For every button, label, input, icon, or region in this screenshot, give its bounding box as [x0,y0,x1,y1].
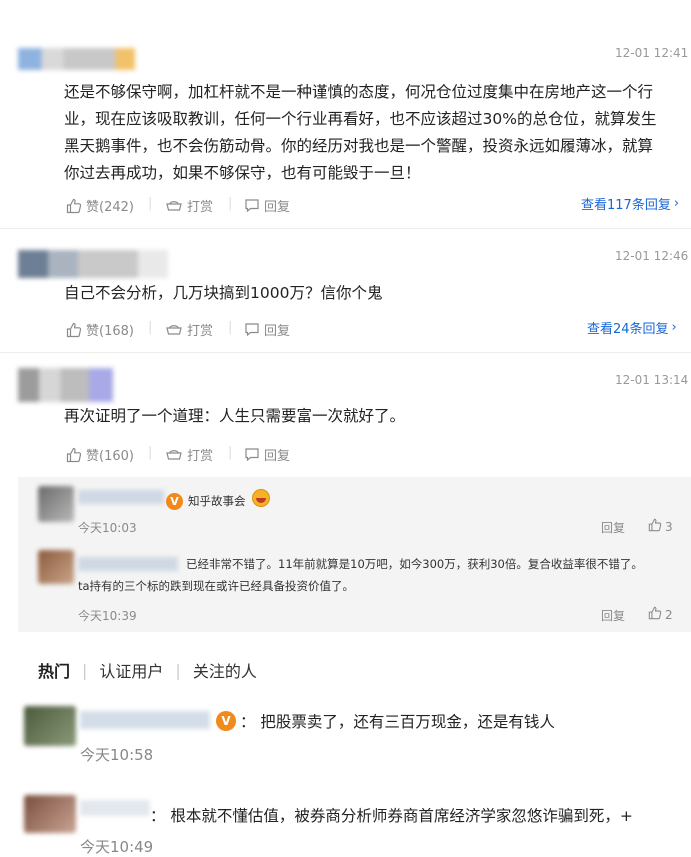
separator: | [228,320,233,335]
like-count: 2 [665,607,673,622]
reply-label: 回复 [264,200,291,215]
username-blur [78,490,164,504]
tip-icon [165,199,183,213]
like-count: 3 [665,519,673,534]
comment-line: 黑天鹅事件，也不会伤筋动骨。你的经历对我也是一个警醒，投资永远如履薄冰，就算 [64,137,654,155]
tab-following[interactable]: 关注的人 [193,658,257,682]
tab-separator: | [82,660,88,680]
reply-button[interactable]: 回复 [601,607,625,624]
tip-label: 打赏 [187,449,214,464]
sub-reply-text: 已经非常不错了。11年前就算是10万吧，如今300万，获利30倍。复合收益率很不… [78,553,678,597]
like-button[interactable]: 赞(242) [66,196,134,215]
comment-time: 12-01 12:46 [615,249,689,263]
hot-comment-time: 今天10:58 [80,746,154,764]
avatar[interactable] [38,550,74,584]
reply-button[interactable]: 回复 [244,196,290,215]
thumb-up-icon [648,606,662,623]
sub-reply-line: 已经非常不错了。11年前就算是10万吧，如今300万，获利30倍。复合收益率很不… [186,557,643,571]
tip-icon [165,448,183,462]
like-label: 赞(242) [86,200,134,215]
sub-reply-time: 今天10:03 [78,521,137,535]
tab-separator: | [175,660,181,680]
avatar[interactable] [18,250,168,278]
view-replies-label: 查看24条回复 [587,322,669,337]
like-label: 赞(160) [86,449,134,464]
separator: | [228,196,233,211]
reply-label: 回复 [264,324,291,339]
reply-label: 回复 [264,449,291,464]
separator: | [228,445,233,460]
separator: | [148,320,153,335]
comment-line: 你过去再成功，如果不够保守，也有可能毁于一旦！ [64,164,421,182]
comment-text: 还是不够保守啊，加杠杆就不是一种谨慎的态度，何况仓位过度集中在房地产这一个行 业… [64,79,684,187]
like-button[interactable]: 赞(160) [66,445,134,464]
username-blur [80,711,210,729]
comment-time: 12-01 12:41 [615,46,689,60]
comment-line: 还是不够保守啊，加杠杆就不是一种谨慎的态度，何况仓位过度集中在房地产这一个行 [64,83,654,101]
sub-reply-time: 今天10:39 [78,609,137,623]
hot-comment-time: 今天10:49 [80,838,154,856]
chevron-right-icon: › [671,320,677,335]
comment-line: 再次证明了一个道理：人生只需要富一次就好了。 [64,407,406,425]
tab-hot[interactable]: 热门 [38,658,70,682]
divider [0,352,691,353]
thumb-up-icon [66,447,82,463]
comment-icon [244,322,260,337]
sub-reply-text: 知乎故事会 [188,494,246,508]
hot-comment-text: ： 把股票卖了，还有三百万现金，还是有钱人 [240,713,555,731]
reply-button[interactable]: 回复 [244,445,290,464]
view-replies-label: 查看117条回复 [581,198,671,213]
divider [0,228,691,229]
comment-icon [244,447,260,462]
tip-button[interactable]: 打赏 [165,445,213,464]
avatar[interactable] [18,368,113,402]
verified-badge-icon: V [166,493,183,510]
chevron-right-icon: › [673,196,680,211]
tip-button[interactable]: 打赏 [165,320,213,339]
thumb-up-icon [648,518,662,535]
tip-button[interactable]: 打赏 [165,196,213,215]
hot-comment-text: ： 根本就不懂估值，被券商分析师券商首席经济学家忽悠诈骗到死，+ [150,807,633,825]
separator: | [148,445,153,460]
avatar[interactable] [18,48,148,70]
thumb-up-icon [66,322,82,338]
reply-button[interactable]: 回复 [601,519,625,536]
comment-text: 自己不会分析，几万块搞到1000万？信你个鬼 [64,280,684,307]
avatar[interactable] [38,486,74,522]
view-replies-link[interactable]: 查看117条回复 › [581,194,679,213]
like-button[interactable]: 赞(168) [66,320,134,339]
like-button[interactable]: 2 [648,606,673,623]
separator: | [148,196,153,211]
tip-label: 打赏 [187,324,214,339]
filter-tabs: 热门 | 认证用户 | 关注的人 [38,658,257,682]
tip-icon [165,323,183,337]
avatar[interactable] [24,795,76,833]
comment-line: 自己不会分析，几万块搞到1000万？信你个鬼 [64,284,383,302]
comment-text: 再次证明了一个道理：人生只需要富一次就好了。 [64,403,684,430]
tab-verified-users[interactable]: 认证用户 [99,658,163,682]
comment-icon [244,198,260,213]
sub-reply-line: ta持有的三个标的跌到现在或许已经具备投资价值了。 [78,579,355,593]
avatar[interactable] [24,706,76,746]
thumb-up-icon [66,198,82,214]
reply-button[interactable]: 回复 [244,320,290,339]
laughing-emoji-icon [252,489,270,507]
username-blur [80,800,150,816]
tip-label: 打赏 [187,200,214,215]
comment-line: 业，现在应该吸取教训，任何一个行业再看好，也不应该超过30%的总仓位，就算发生 [64,110,657,128]
like-button[interactable]: 3 [648,518,673,535]
comment-time: 12-01 13:14 [615,373,689,387]
verified-badge-icon: V [216,711,236,731]
like-label: 赞(168) [86,324,134,339]
view-replies-link[interactable]: 查看24条回复 › [587,318,677,337]
